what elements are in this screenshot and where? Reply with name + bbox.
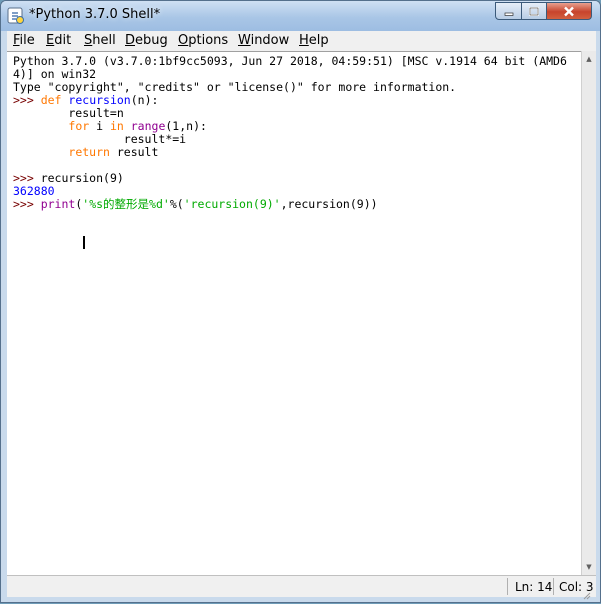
vertical-scrollbar[interactable]: ▲ ▼: [581, 51, 596, 575]
maximize-button[interactable]: [521, 2, 547, 20]
banner-line: Python 3.7.0 (v3.7.0:1bf9cc5093, Jun 27 …: [13, 54, 567, 68]
menu-shell[interactable]: Shell: [84, 33, 116, 48]
function-name: recursion: [68, 93, 131, 107]
minimize-button[interactable]: [495, 2, 522, 20]
menu-window[interactable]: Window: [238, 33, 289, 48]
status-separator: [553, 578, 554, 595]
menu-bar: File Edit Shell Debug Options Window Hel…: [7, 31, 596, 51]
title-bar[interactable]: *Python 3.7.0 Shell*: [1, 1, 600, 31]
menu-edit[interactable]: Edit: [46, 33, 71, 48]
code-text: recursion(9): [40, 171, 124, 185]
python-idle-icon: [7, 7, 25, 25]
string-literal: 'recursion(9)': [183, 197, 281, 211]
size-grip-icon[interactable]: [581, 585, 591, 600]
menu-debug[interactable]: Debug: [125, 33, 168, 48]
code-text: i: [89, 119, 110, 133]
code-text: result: [109, 145, 159, 159]
code-text: %(: [169, 197, 184, 211]
keyword: in: [109, 119, 124, 133]
idle-shell-window: *Python 3.7.0 Shell* File Edit Shell Deb…: [0, 0, 601, 603]
string-literal: '%s的整形是%d': [82, 197, 170, 211]
close-icon: [563, 2, 575, 21]
status-separator: [507, 578, 508, 595]
code-line-print: >>> print('%s的整形是%d'%('recursion(9)',rec…: [13, 198, 378, 211]
code-line-return: return result: [13, 146, 158, 159]
code-text: ,recursion(9)): [280, 197, 378, 211]
scroll-up-arrow-icon[interactable]: ▲: [582, 51, 596, 66]
window-title: *Python 3.7.0 Shell*: [29, 7, 161, 22]
keyword: for: [68, 119, 90, 133]
menu-help[interactable]: Help: [299, 33, 329, 48]
status-bar: Ln: 14 Col: 3: [7, 575, 596, 597]
builtin-name: range: [130, 119, 166, 133]
shell-prompt: >>>: [13, 171, 41, 185]
scroll-down-arrow-icon[interactable]: ▼: [582, 559, 596, 574]
close-button[interactable]: [546, 2, 592, 20]
menu-options[interactable]: Options: [178, 33, 228, 48]
keyword: return: [68, 145, 110, 159]
builtin-name: print: [40, 197, 76, 211]
keyword: def: [40, 93, 62, 107]
status-line-number: Ln: 14: [515, 580, 553, 594]
shell-text-area[interactable]: Python 3.7.0 (v3.7.0:1bf9cc5093, Jun 27 …: [7, 51, 581, 575]
shell-prompt: >>>: [13, 93, 41, 107]
code-text: (1,n):: [165, 119, 207, 133]
minimize-icon: [504, 2, 514, 21]
maximize-icon: [529, 2, 539, 21]
shell-prompt: >>>: [13, 197, 41, 211]
text-cursor: [83, 236, 85, 249]
menu-file[interactable]: File: [13, 33, 35, 48]
code-text: (n):: [130, 93, 159, 107]
